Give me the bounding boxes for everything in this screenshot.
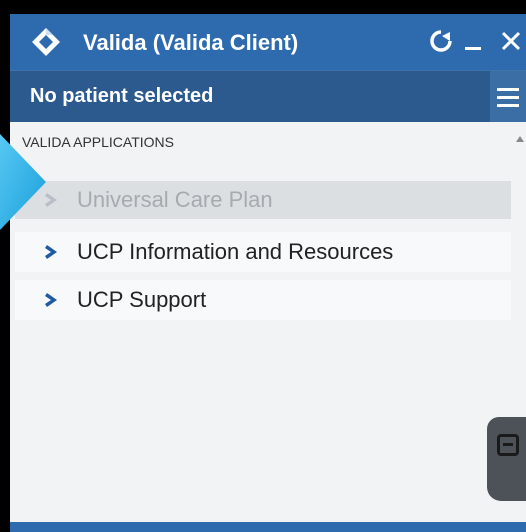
close-button[interactable] <box>496 25 526 57</box>
window-title: Valida (Valida Client) <box>83 30 299 55</box>
hamburger-menu-icon <box>497 95 519 99</box>
minimize-button[interactable] <box>458 25 488 57</box>
cyan-pointer-arrow-icon <box>0 134 46 230</box>
hamburger-menu-button[interactable] <box>490 71 526 123</box>
collapse-side-tab[interactable] <box>487 417 526 501</box>
app-item-label: UCP Support <box>77 287 207 312</box>
app-item-universal-care-plan[interactable]: Universal Care Plan <box>15 181 511 219</box>
chevron-right-icon <box>45 293 57 307</box>
refresh-button[interactable] <box>426 25 456 57</box>
scroll-up-arrow-icon[interactable] <box>516 136 524 142</box>
patient-status: No patient selected <box>30 85 214 107</box>
app-item-label: Universal Care Plan <box>77 187 273 212</box>
valida-logo-icon <box>32 28 60 56</box>
applications-panel: VALIDA APPLICATIONS Universal Care Plan … <box>10 122 526 532</box>
app-item-label: UCP Information and Resources <box>77 239 394 264</box>
hamburger-menu-icon <box>497 103 519 107</box>
patient-bar: No patient selected <box>10 70 526 123</box>
app-item-ucp-support[interactable]: UCP Support <box>15 280 511 320</box>
refresh-icon <box>430 30 452 52</box>
valida-window: Valida (Valida Client) No patient select… <box>10 14 526 532</box>
footer-bar <box>10 522 526 532</box>
app-item-ucp-information-and-resources[interactable]: UCP Information and Resources <box>15 232 511 272</box>
title-bar: Valida (Valida Client) <box>10 14 526 70</box>
minimize-icon <box>465 47 481 50</box>
hamburger-menu-icon <box>497 87 519 91</box>
close-icon <box>501 31 521 51</box>
collapse-panel-icon <box>497 434 519 456</box>
chevron-right-icon <box>45 245 57 259</box>
